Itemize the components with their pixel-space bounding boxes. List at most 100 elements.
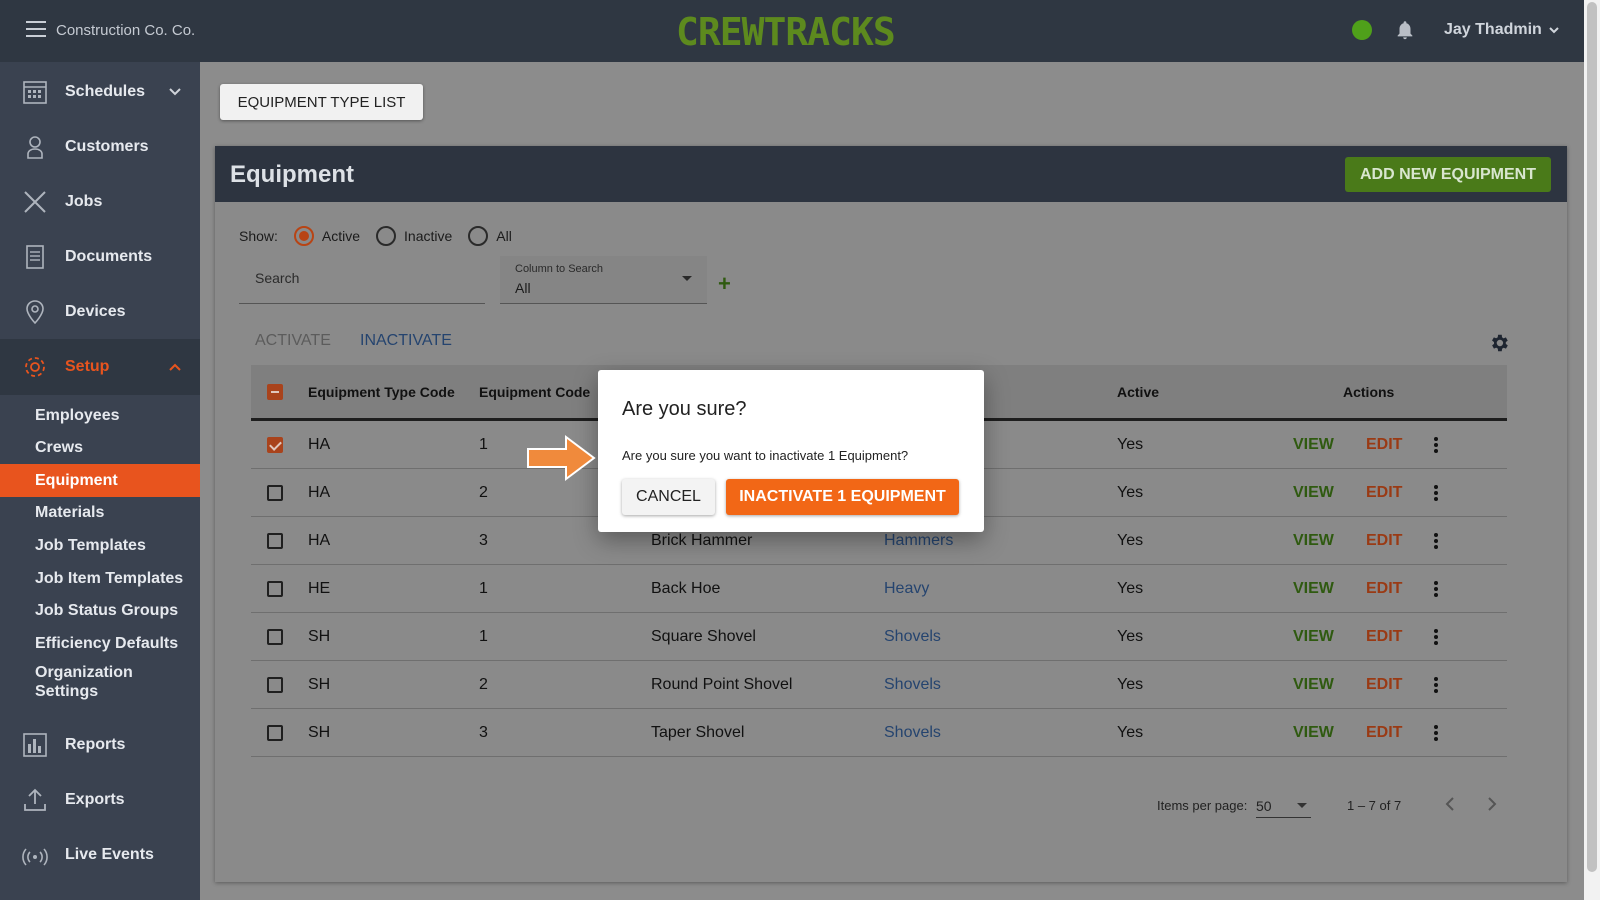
type-link[interactable]: Shovels xyxy=(884,724,941,742)
column-to-search-select[interactable]: Column to Search All xyxy=(500,256,707,304)
row-checkbox[interactable] xyxy=(267,436,283,453)
add-new-equipment-button[interactable]: ADD NEW EQUIPMENT xyxy=(1345,157,1551,192)
sidebar-item-label: Customers xyxy=(65,138,149,155)
code-cell: 1 xyxy=(479,435,488,453)
next-page-icon[interactable] xyxy=(1481,794,1501,814)
view-button[interactable]: VIEW xyxy=(1293,484,1334,502)
view-button[interactable]: VIEW xyxy=(1293,724,1334,742)
row-checkbox[interactable] xyxy=(267,580,283,597)
activate-action[interactable]: ACTIVATE xyxy=(255,332,331,350)
sidebar-item-label: Documents xyxy=(65,248,153,265)
name-cell: Taper Shovel xyxy=(651,723,745,741)
sidebar-subitem-job-templates[interactable]: Job Templates xyxy=(0,529,200,562)
sidebar-item-customers[interactable]: Customers xyxy=(0,119,200,175)
active-cell: Yes xyxy=(1117,579,1144,597)
radio-inactive[interactable]: Inactive xyxy=(376,226,452,246)
select-all-checkbox[interactable] xyxy=(267,383,283,400)
sidebar-subitem-organization-settings[interactable]: Organization Settings xyxy=(0,660,150,704)
search-field xyxy=(239,256,485,304)
sidebar-subitem-efficiency-defaults[interactable]: Efficiency Defaults xyxy=(0,627,200,660)
sidebar-item-setup[interactable]: Setup xyxy=(0,339,200,395)
view-button[interactable]: VIEW xyxy=(1293,628,1334,646)
sidebar-item-reports[interactable]: Reports xyxy=(0,717,200,773)
radio-circle xyxy=(468,226,489,246)
settings-gear-icon[interactable] xyxy=(1488,332,1510,354)
inactivate-action[interactable]: INACTIVATE xyxy=(360,332,452,350)
sidebar-item-devices[interactable]: Devices xyxy=(0,284,200,340)
edit-button[interactable]: EDIT xyxy=(1366,724,1402,742)
menu-icon[interactable] xyxy=(26,21,46,37)
row-checkbox[interactable] xyxy=(267,484,283,501)
edit-button[interactable]: EDIT xyxy=(1366,484,1402,502)
sidebar-subitem-job-status-groups[interactable]: Job Status Groups xyxy=(0,594,200,627)
row-checkbox[interactable] xyxy=(267,532,283,549)
more-options-icon[interactable] xyxy=(1434,436,1438,453)
row-checkbox[interactable] xyxy=(267,628,283,645)
row-checkbox[interactable] xyxy=(267,676,283,693)
cancel-button[interactable]: CANCEL xyxy=(622,479,715,515)
column-header[interactable]: Equipment Code xyxy=(479,384,590,400)
row-checkbox[interactable] xyxy=(267,724,283,741)
column-header[interactable]: Equipment Type Code xyxy=(308,384,455,400)
status-indicator xyxy=(1352,20,1372,40)
active-cell: Yes xyxy=(1117,483,1144,501)
type-link[interactable]: Heavy xyxy=(884,580,929,598)
sidebar-subitem-employees[interactable]: Employees xyxy=(0,399,200,432)
active-cell: Yes xyxy=(1117,723,1144,741)
view-button[interactable]: VIEW xyxy=(1293,436,1334,454)
view-button[interactable]: VIEW xyxy=(1293,532,1334,550)
page-scrollbar[interactable] xyxy=(1584,0,1600,900)
type-link[interactable]: Shovels xyxy=(884,628,941,646)
sidebar-subitem-crews[interactable]: Crews xyxy=(0,431,200,464)
more-options-icon[interactable] xyxy=(1434,724,1438,741)
sidebar-item-jobs[interactable]: Jobs xyxy=(0,174,200,230)
active-cell: Yes xyxy=(1117,675,1144,693)
edit-button[interactable]: EDIT xyxy=(1366,628,1402,646)
edit-button[interactable]: EDIT xyxy=(1366,532,1402,550)
more-options-icon[interactable] xyxy=(1434,532,1438,549)
equipment-type-list-button[interactable]: EQUIPMENT TYPE LIST xyxy=(220,84,423,120)
column-select-label: Column to Search xyxy=(515,263,604,275)
more-options-icon[interactable] xyxy=(1434,484,1438,501)
sidebar-item-schedules[interactable]: Schedules xyxy=(0,64,200,120)
sidebar-subitem-materials[interactable]: Materials xyxy=(0,496,200,529)
code-cell: 3 xyxy=(479,723,488,741)
sidebar-item-exports[interactable]: Exports xyxy=(0,772,200,828)
active-cell: Yes xyxy=(1117,627,1144,645)
items-per-page-select[interactable]: 50 xyxy=(1256,792,1311,818)
type-link[interactable]: Hammers xyxy=(884,532,953,550)
sidebar-item-label: Exports xyxy=(65,791,125,808)
items-per-page-value: 50 xyxy=(1256,798,1272,814)
previous-page-icon[interactable] xyxy=(1441,794,1461,814)
edit-button[interactable]: EDIT xyxy=(1366,580,1402,598)
inactivate-confirm-button[interactable]: INACTIVATE 1 EQUIPMENT xyxy=(726,479,959,515)
view-button[interactable]: VIEW xyxy=(1293,580,1334,598)
type-code-cell: SH xyxy=(308,723,331,741)
add-filter-icon[interactable]: + xyxy=(718,271,731,297)
tools-icon xyxy=(24,191,46,213)
radio-all[interactable]: All xyxy=(468,226,512,246)
radio-active[interactable]: Active xyxy=(293,226,360,246)
more-options-icon[interactable] xyxy=(1434,628,1438,645)
company-name: Construction Co. Co. xyxy=(56,22,196,39)
confirm-dialog: Are you sure? Are you sure you want to i… xyxy=(598,370,984,532)
sidebar-item-label: Reports xyxy=(65,736,126,753)
sidebar-item-documents[interactable]: Documents xyxy=(0,229,200,285)
edit-button[interactable]: EDIT xyxy=(1366,436,1402,454)
column-header[interactable]: Active xyxy=(1117,384,1159,400)
gear-icon xyxy=(25,357,45,377)
search-input[interactable] xyxy=(255,270,475,286)
sidebar-item-live-events[interactable]: Live Events xyxy=(0,827,200,883)
sidebar-subitem-equipment[interactable]: Equipment xyxy=(0,464,200,497)
view-button[interactable]: VIEW xyxy=(1293,676,1334,694)
bell-icon[interactable] xyxy=(1394,18,1416,42)
edit-button[interactable]: EDIT xyxy=(1366,676,1402,694)
user-menu[interactable]: Jay Thadmin xyxy=(1444,21,1560,39)
scrollbar-thumb[interactable] xyxy=(1587,2,1597,872)
type-link[interactable]: Shovels xyxy=(884,676,941,694)
more-options-icon[interactable] xyxy=(1434,580,1438,597)
broadcast-icon xyxy=(22,848,48,866)
page-range: 1 – 7 of 7 xyxy=(1347,798,1402,813)
sidebar-subitem-job-item-templates[interactable]: Job Item Templates xyxy=(0,562,200,595)
more-options-icon[interactable] xyxy=(1434,676,1438,693)
